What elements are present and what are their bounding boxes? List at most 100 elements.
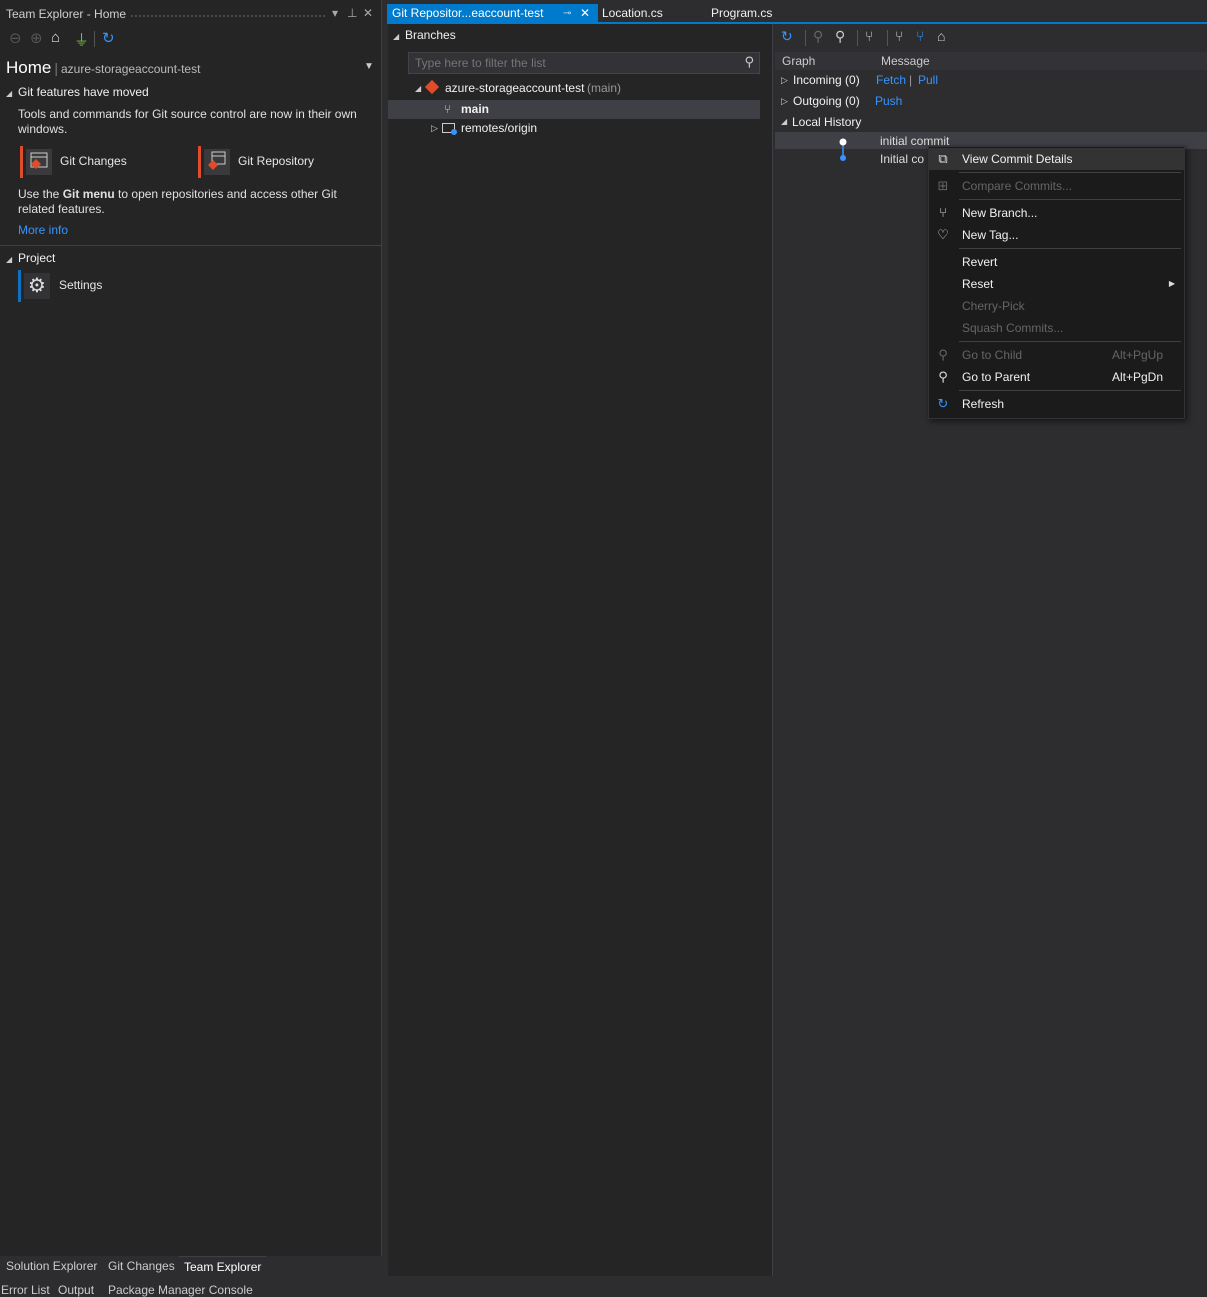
incoming-row[interactable]: ▷ Incoming (0) Fetch | Pull [775,70,1207,90]
pull-link[interactable]: Pull [918,70,938,90]
commit-context-menu: ⧉ View Commit Details ⊞ Compare Commits.… [928,146,1185,419]
refresh-icon[interactable]: ↻ [102,29,115,47]
toolbar-separator [94,31,95,47]
branch-filter-icon[interactable]: ⑂ [895,28,903,44]
outgoing-label: Outgoing (0) [793,94,860,108]
home-icon[interactable]: ⌂ [51,29,60,46]
branches-header[interactable]: ◢ Branches [393,28,456,42]
document-tab-strip: Git Repositor...eaccount-test ⊸ ✕ Locati… [387,0,1207,24]
expand-triangle-icon[interactable]: ◢ [415,79,421,98]
close-tab-icon[interactable]: ✕ [580,4,590,23]
remote-branch-icon[interactable]: ⑂ [916,28,924,44]
collapse-triangle-icon: ◢ [393,32,400,41]
refresh-icon: ↻ [937,396,949,411]
fetch-link[interactable]: Fetch [876,70,906,90]
history-toolbar: ↻ ⚲ ⚲ ⑂ ⑂ ⑂ ⌂ [775,26,1207,50]
home-label: Home [6,58,52,77]
tab-solution-explorer[interactable]: Solution Explorer [1,1256,102,1276]
section-divider [0,245,381,246]
home-dropdown-icon[interactable]: ▼ [364,61,374,72]
search-icon[interactable]: ⚲ [744,54,754,70]
menu-view-commit-details[interactable]: ⧉ View Commit Details [929,148,1184,170]
pin-icon[interactable]: ⊸ [563,4,571,23]
branch-icon: ⑂ [444,102,452,116]
push-link[interactable]: Push [875,91,902,111]
git-changes-icon [26,149,52,175]
collapse-triangle-icon[interactable]: ◢ [781,112,787,132]
tab-package-manager-console[interactable]: Package Manager Console [108,1283,253,1297]
home-header[interactable]: Home | azure-storageaccount-test [6,58,200,78]
history-column-header: Graph Message [775,52,1207,70]
go-to-parent-icon: ⚲ [938,369,948,384]
close-icon[interactable]: ✕ [363,6,373,20]
compare-icon: ⊞ [937,178,949,193]
tab-git-repository[interactable]: Git Repositor...eaccount-test ⊸ ✕ [387,4,598,23]
tab-location-cs[interactable]: Location.cs [597,4,668,23]
more-info-link[interactable]: More info [18,223,68,237]
incoming-label: Incoming (0) [793,73,860,87]
refresh-icon[interactable]: ↻ [781,28,793,45]
menu-refresh[interactable]: ↻ Refresh [929,393,1184,415]
remotes-origin-node[interactable]: ▷ remotes/origin [388,119,760,138]
menu-go-to-parent[interactable]: ⚲ Go to Parent Alt+PgDn [929,366,1184,388]
local-history-label: Local History [792,115,862,129]
expand-triangle-icon[interactable]: ▷ [781,91,788,111]
git-moved-header[interactable]: ◢ Git features have moved [6,85,149,99]
tab-error-list[interactable]: Error List [1,1283,50,1297]
submenu-arrow-icon: ▶ [1168,279,1175,288]
git-changes-button[interactable]: Git Changes [20,146,180,178]
repo-name: azure-storageaccount-test [445,81,585,95]
menu-compare-commits[interactable]: ⊞ Compare Commits... [929,175,1184,197]
menu-squash-commits[interactable]: Squash Commits... [929,317,1184,339]
tab-team-explorer[interactable]: Team Explorer [179,1256,267,1277]
expand-triangle-icon[interactable]: ▷ [781,70,788,90]
local-history-row[interactable]: ◢ Local History [775,112,1207,132]
repo-node[interactable]: ◢ azure-storageaccount-test (main) [388,79,760,98]
branch-filter[interactable]: ⚲ [408,52,760,74]
settings-button[interactable]: ⚙ Settings [18,270,178,302]
collapse-triangle-icon: ◢ [6,89,13,98]
team-explorer-pane: Team Explorer - Home ▾ ⊥ ✕ ⊖ ⊕ ⌂ ⏚ ↻ Hom… [0,0,382,1256]
settings-label: Settings [59,278,103,292]
commit-graph [839,138,847,161]
team-explorer-toolbar: ⊖ ⊕ ⌂ ⏚ ↻ [0,28,381,50]
menu-revert[interactable]: Revert [929,251,1184,273]
menu-go-to-child[interactable]: ⚲ Go to Child Alt+PgUp [929,344,1184,366]
branch-main[interactable]: ⑂ main [388,100,760,119]
repo-current-branch: (main) [587,81,622,95]
gear-icon: ⚙ [24,273,50,299]
menu-reset[interactable]: Reset ▶ [929,273,1184,295]
titlebar-grip[interactable] [130,14,326,18]
tab-program-cs[interactable]: Program.cs [706,4,777,23]
go-to-child-icon[interactable]: ⚲ [813,28,823,45]
outgoing-row[interactable]: ▷ Outgoing (0) Push [775,91,1207,111]
project-header[interactable]: ◢ Project [6,251,55,265]
connect-icon[interactable]: ⏚ [74,29,89,50]
expand-triangle-icon[interactable]: ▷ [431,119,438,138]
back-icon[interactable]: ⊖ [9,29,22,47]
status-tool-tabs: Error List Output Package Manager Consol… [0,1280,400,1297]
git-repo-icon [424,79,440,95]
menu-new-tag[interactable]: ♡ New Tag... [929,224,1184,246]
tab-output[interactable]: Output [58,1283,94,1297]
pin-icon[interactable]: ⊥ [347,6,357,20]
git-menu-text: Use the Git menu to open repositories an… [18,187,337,216]
branch-filter-input[interactable] [413,55,737,71]
branch-graph-icon[interactable]: ⑂ [865,28,873,44]
new-tag-icon: ♡ [937,227,949,242]
git-repository-button[interactable]: Git Repository [198,146,358,178]
menu-cherry-pick[interactable]: Cherry-Pick [929,295,1184,317]
git-changes-label: Git Changes [60,154,127,168]
git-repository-icon [204,149,230,175]
column-graph[interactable]: Graph [782,54,815,68]
dropdown-icon[interactable]: ▾ [332,6,338,20]
tag-icon[interactable]: ⌂ [937,28,945,44]
menu-new-branch[interactable]: ⑂ New Branch... [929,202,1184,224]
go-to-parent-icon[interactable]: ⚲ [835,28,845,45]
tab-git-changes[interactable]: Git Changes [103,1256,180,1276]
column-message[interactable]: Message [881,54,930,68]
collapse-triangle-icon: ◢ [6,255,13,264]
forward-icon[interactable]: ⊕ [30,29,43,47]
commit-details-icon: ⧉ [938,151,948,166]
branch-label: main [461,102,490,116]
